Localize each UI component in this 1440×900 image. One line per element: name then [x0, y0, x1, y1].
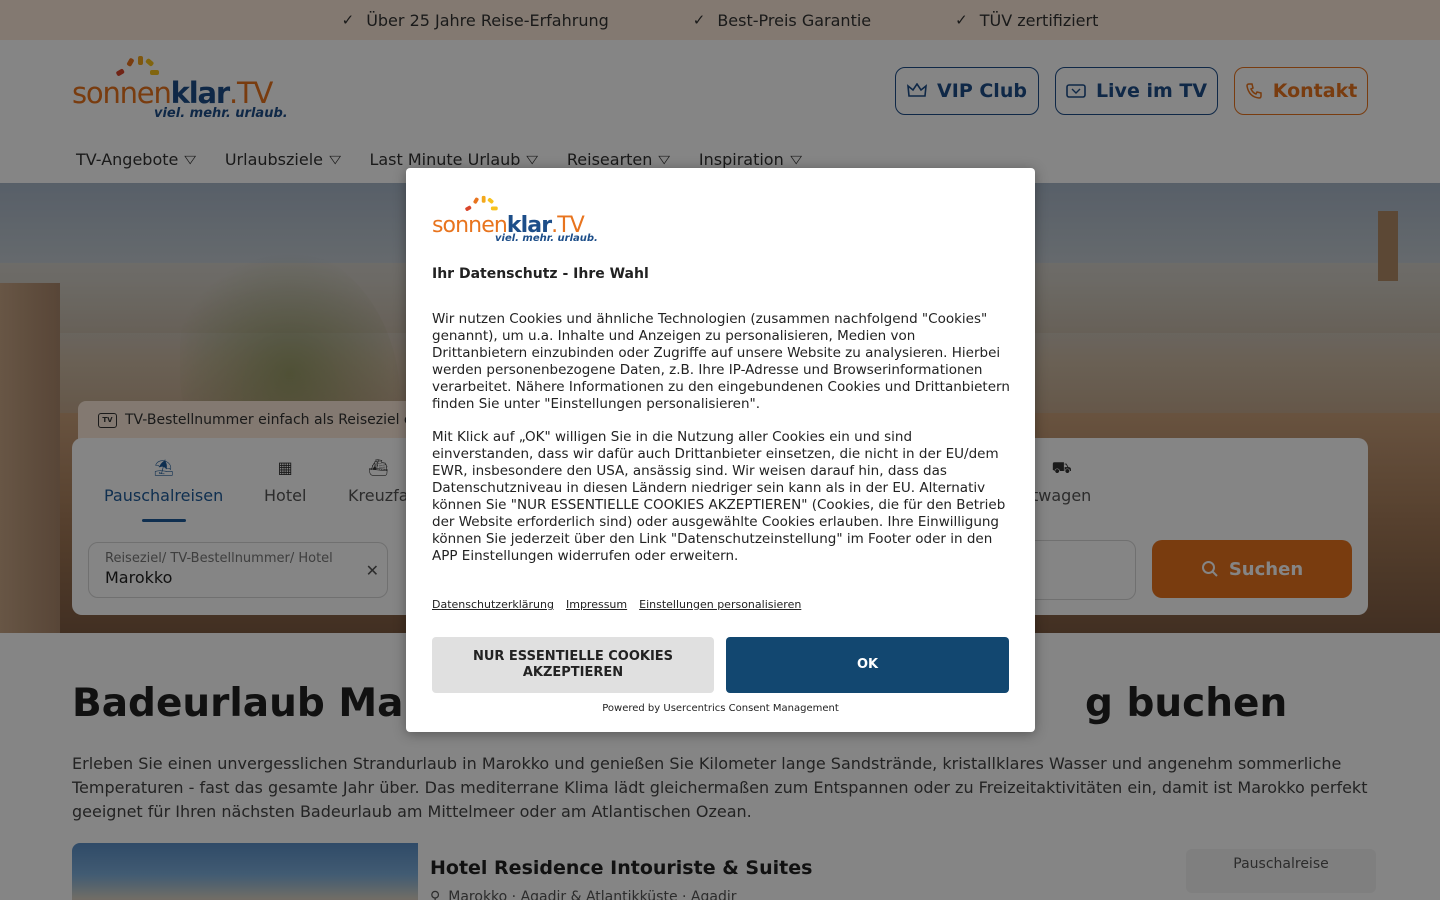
logo-claim: viel. mehr. urlaub.: [495, 233, 598, 244]
consent-text: Wir nutzen Cookies und ähnliche Technolo…: [432, 311, 1012, 565]
privacy-policy-link[interactable]: Datenschutzerklärung: [432, 598, 554, 611]
consent-paragraph: Mit Klick auf „OK" willigen Sie in die N…: [432, 429, 1006, 564]
ok-button[interactable]: OK: [726, 637, 1009, 693]
powered-by-text: Powered by Usercentrics Consent Manageme…: [602, 703, 839, 714]
consent-logo: sonnenklar.TV viel. mehr. urlaub.: [432, 194, 598, 246]
consent-paragraph: Wir nutzen Cookies und ähnliche Technolo…: [432, 311, 1010, 412]
essential-cookies-button[interactable]: NUR ESSENTIELLE COOKIES AKZEPTIEREN: [432, 637, 714, 693]
consent-links: Datenschutzerklärung Impressum Einstellu…: [432, 598, 801, 611]
customize-settings-link[interactable]: Einstellungen personalisieren: [639, 598, 801, 611]
cookie-consent-dialog: sonnenklar.TV viel. mehr. urlaub. Ihr Da…: [406, 168, 1035, 732]
imprint-link[interactable]: Impressum: [566, 598, 627, 611]
consent-title: Ihr Datenschutz - Ihre Wahl: [432, 266, 649, 282]
